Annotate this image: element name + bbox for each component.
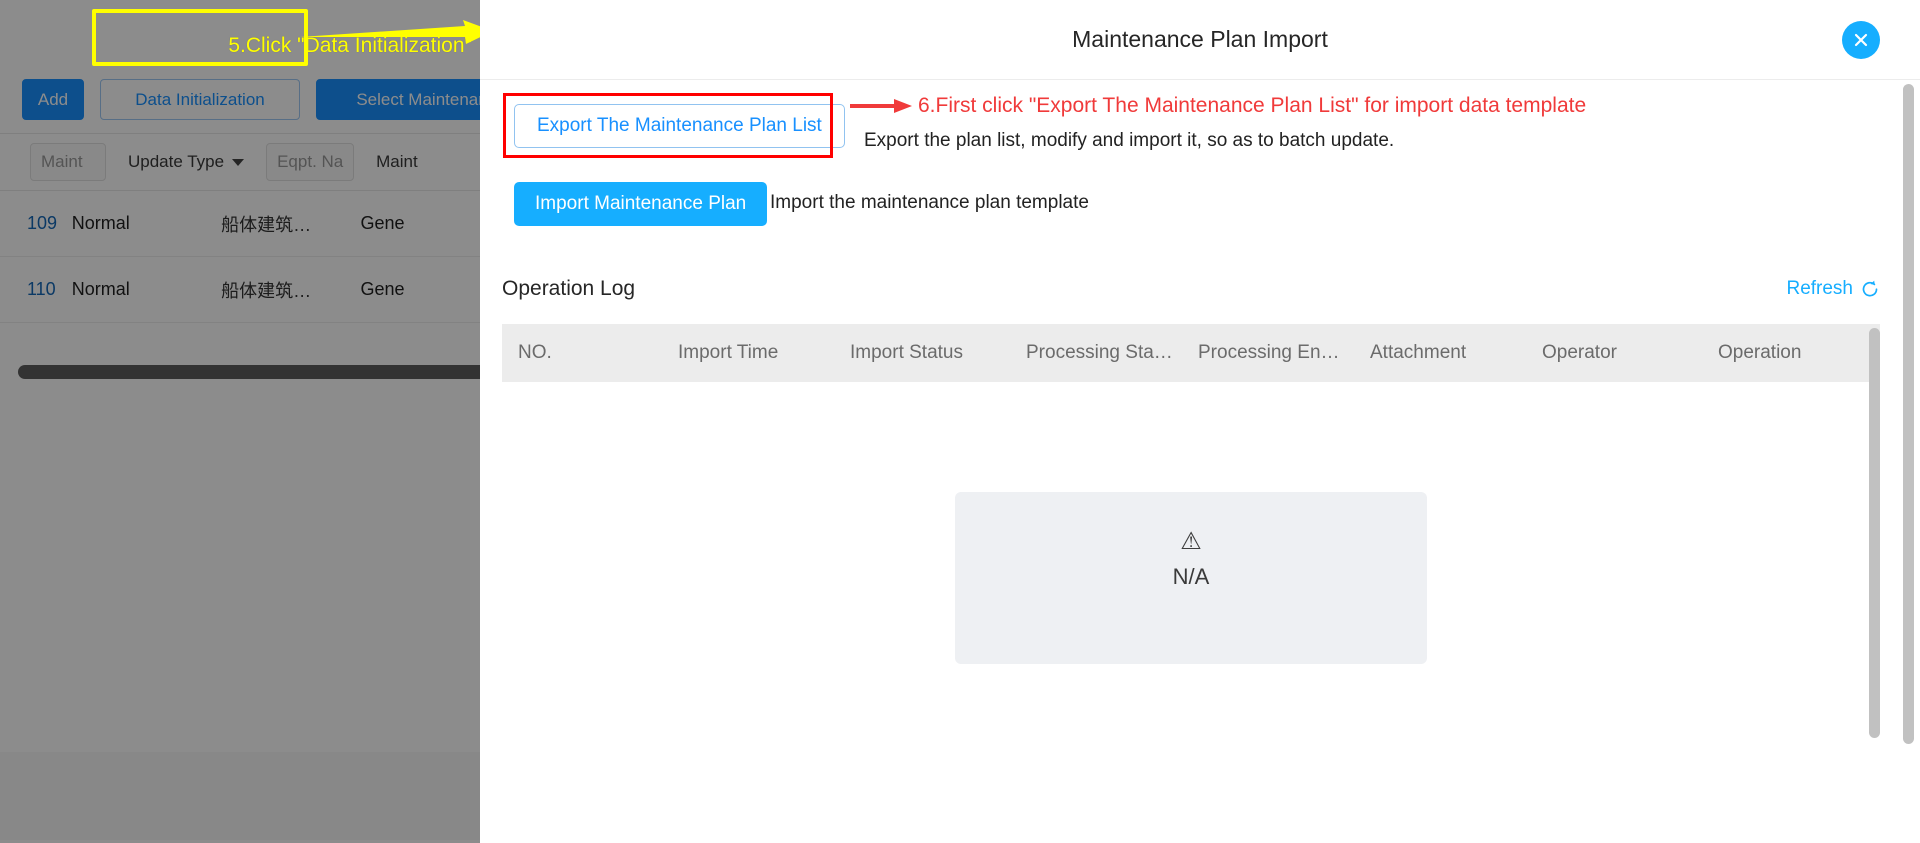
red-arrow-icon — [850, 99, 912, 113]
column-header-operation: Operation — [1718, 342, 1802, 363]
import-button-label: Import Maintenance Plan — [535, 193, 747, 214]
update-type-select-label: Update Type — [128, 152, 225, 171]
background-page: Add Data Initialization Select Maintenan… — [0, 0, 480, 843]
update-type-select[interactable]: Update Type — [128, 143, 245, 181]
row-no[interactable]: 109 — [0, 213, 72, 234]
background-annotation-band — [0, 0, 480, 62]
export-description: Export the plan list, modify and import … — [864, 130, 1395, 151]
operation-log-title: Operation Log — [502, 277, 636, 300]
export-button-label: Export The Maintenance Plan List — [537, 115, 822, 136]
row-no[interactable]: 110 — [0, 279, 72, 300]
refresh-button[interactable]: Refresh — [1786, 278, 1880, 300]
add-button-label: Add — [37, 89, 69, 109]
maint-filter-input[interactable]: Maint — [30, 143, 106, 181]
dialog-body: Export The Maintenance Plan List 6.First… — [480, 93, 1920, 744]
column-header-operator: Operator — [1542, 342, 1617, 363]
empty-state-text: N/A — [1172, 564, 1210, 589]
column-header-processing-start: Processing Sta… — [1026, 342, 1173, 363]
column-header-attachment: Attachment — [1370, 342, 1467, 363]
column-header-import-time: Import Time — [678, 342, 779, 363]
data-initialization-button[interactable]: Data Initialization — [100, 79, 300, 120]
import-section: Import Maintenance Plan Import the maint… — [502, 182, 1920, 230]
table-header-row: NO. Import Time Import Status Processing… — [502, 324, 1880, 382]
select-maintenance-button-label: Select Maintenance — [356, 89, 480, 109]
annotation-step-6-text: 6.First click "Export The Maintenance Pl… — [918, 94, 1587, 117]
column-header-no: NO. — [518, 342, 552, 363]
refresh-icon — [1862, 280, 1878, 297]
background-table-horizontal-scrollbar[interactable] — [18, 365, 480, 379]
row-update-type: Normal — [71, 213, 130, 233]
refresh-button-label: Refresh — [1786, 278, 1853, 299]
table-row[interactable]: 110 Normal 船体建筑… Gene — [0, 257, 480, 323]
row-maint: Gene — [360, 213, 405, 233]
screen: Add Data Initialization Select Maintenan… — [0, 0, 1920, 843]
chevron-down-icon — [232, 158, 245, 166]
column-header-import-status: Import Status — [850, 342, 963, 363]
close-icon[interactable] — [1842, 20, 1880, 59]
background-filter-bar: Maint Update Type Eqpt. Na Maint — [0, 134, 480, 191]
maint-filter-placeholder: Maint — [41, 152, 83, 171]
dialog-header: Maintenance Plan Import — [480, 0, 1920, 80]
dialog-vertical-scrollbar[interactable] — [1903, 84, 1914, 744]
eqpt-name-filter-placeholder: Eqpt. Na — [277, 152, 344, 171]
annotation-step-6: 6.First click "Export The Maintenance Pl… — [850, 94, 1586, 118]
select-maintenance-button[interactable]: Select Maintenance — [316, 79, 480, 120]
add-button[interactable]: Add — [22, 79, 84, 120]
background-footer — [0, 752, 480, 840]
export-section: Export The Maintenance Plan List 6.First… — [502, 93, 1920, 158]
import-maintenance-plan-button[interactable]: Import Maintenance Plan — [514, 182, 768, 226]
row-eqpt: 船体建筑… — [221, 214, 312, 235]
dialog-title: Maintenance Plan Import — [1072, 26, 1328, 52]
table-vertical-scrollbar[interactable] — [1869, 328, 1880, 738]
maint-column-label: Maint — [376, 143, 418, 181]
eqpt-name-filter-input[interactable]: Eqpt. Na — [266, 143, 355, 181]
maintenance-plan-import-dialog: Maintenance Plan Import Export The Maint… — [480, 0, 1920, 843]
data-initialization-button-label: Data Initialization — [135, 89, 265, 109]
background-toolbar: Add Data Initialization Select Maintenan… — [0, 62, 480, 134]
row-eqpt: 船体建筑… — [221, 280, 312, 301]
import-description: Import the maintenance plan template — [770, 192, 1089, 213]
warning-triangle-icon: ⚠ — [1180, 528, 1202, 555]
row-update-type: Normal — [71, 279, 130, 299]
empty-state: ⚠ N/A — [955, 492, 1427, 664]
row-maint: Gene — [360, 279, 405, 299]
export-maintenance-plan-list-button[interactable]: Export The Maintenance Plan List — [514, 104, 845, 148]
operation-log-header: Operation Log Refresh — [502, 272, 1920, 306]
operation-log-table: NO. Import Time Import Status Processing… — [502, 324, 1880, 744]
column-header-processing-end: Processing En… — [1198, 342, 1340, 363]
table-row[interactable]: 109 Normal 船体建筑… Gene — [0, 191, 480, 257]
maint-column-label-text: Maint — [376, 152, 418, 171]
